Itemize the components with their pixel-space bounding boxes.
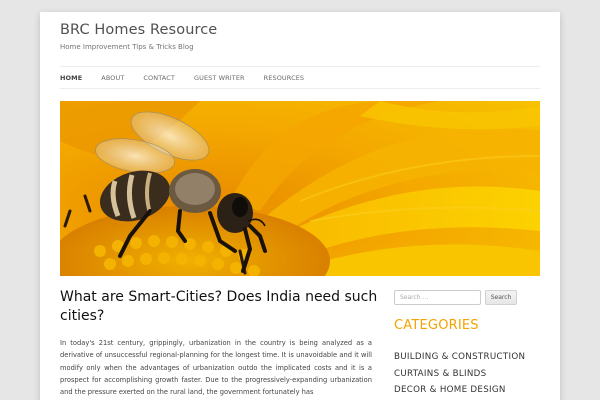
site-title[interactable]: BRC Homes Resource [60, 22, 217, 38]
nav-item-resources[interactable]: RESOURCES [264, 74, 305, 82]
nav-item-contact[interactable]: CONTACT [143, 74, 175, 82]
categories-heading: CATEGORIES [394, 318, 479, 333]
header-image [60, 101, 540, 276]
nav-item-about[interactable]: ABOUT [101, 74, 124, 82]
category-link[interactable]: CURTAINS & BLINDS [394, 366, 525, 383]
categories-list: BUILDING & CONSTRUCTION CURTAINS & BLIND… [394, 349, 525, 399]
post-title[interactable]: What are Smart-Cities? Does India need s… [60, 288, 380, 326]
category-link[interactable]: BUILDING & CONSTRUCTION [394, 349, 525, 366]
search-input[interactable] [394, 290, 481, 305]
bee-on-flower-illustration [60, 101, 540, 276]
nav-item-home[interactable]: HOME [60, 74, 82, 82]
search-button[interactable]: Search [485, 290, 517, 305]
page-container: BRC Homes Resource Home Improvement Tips… [40, 12, 560, 400]
main-navigation: HOME ABOUT CONTACT GUEST WRITER RESOURCE… [60, 66, 540, 89]
nav-item-guest-writer[interactable]: GUEST WRITER [194, 74, 245, 82]
post-excerpt: In today's 21st century, grippingly, urb… [60, 339, 372, 397]
site-description: Home Improvement Tips & Tricks Blog [60, 43, 194, 51]
category-link[interactable]: DECOR & HOME DESIGN [394, 382, 525, 399]
